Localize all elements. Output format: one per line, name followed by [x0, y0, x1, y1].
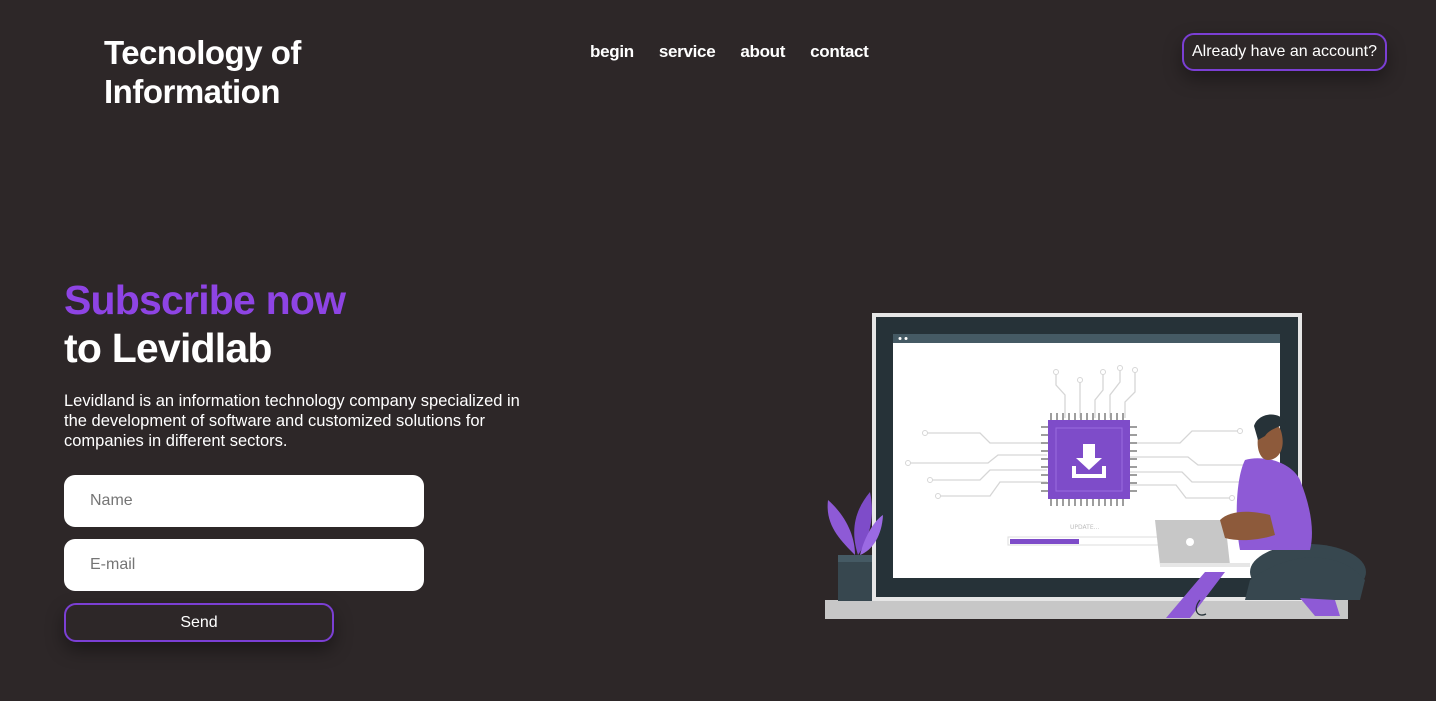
hero-title: Subscribe now to Levidlab: [64, 276, 346, 372]
email-input[interactable]: [64, 539, 424, 591]
main-nav: begin service about contact: [590, 42, 869, 62]
nav-link-begin[interactable]: begin: [590, 42, 634, 62]
brand-title: Tecnology of Information: [104, 34, 301, 110]
nav-link-service[interactable]: service: [659, 42, 716, 62]
progress-fill: [1010, 539, 1079, 544]
software-update-illustration: UPDATE...: [825, 313, 1366, 619]
nav-link-about[interactable]: about: [740, 42, 785, 62]
name-input[interactable]: [64, 475, 424, 527]
hero-title-accent: Subscribe now: [64, 277, 346, 323]
account-button[interactable]: Already have an account?: [1182, 33, 1387, 71]
update-status-text: UPDATE...: [1070, 524, 1099, 531]
nav-link-contact[interactable]: contact: [810, 42, 869, 62]
window-bar: [893, 334, 1280, 343]
desk-base: [825, 600, 1348, 619]
hero-description: Levidland is an information technology c…: [64, 392, 520, 450]
hero-title-rest: to Levidlab: [64, 325, 272, 371]
send-button[interactable]: Send: [64, 603, 334, 642]
